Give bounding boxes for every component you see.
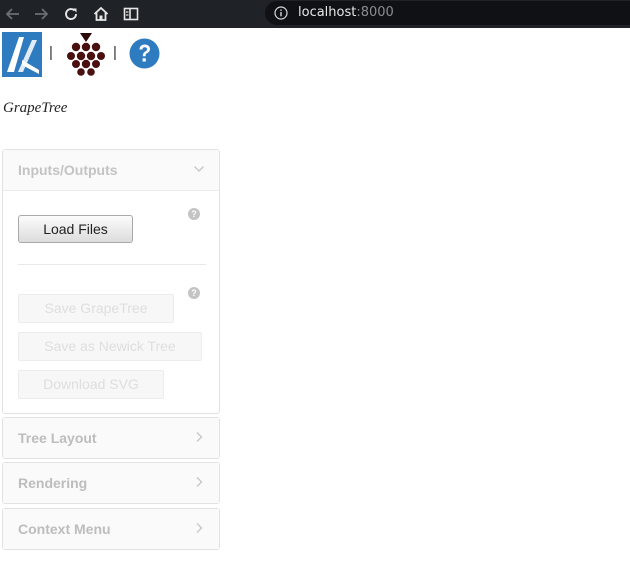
inputs-outputs-header[interactable]: Inputs/Outputs xyxy=(3,150,219,191)
reader-mode-icon[interactable] xyxy=(121,4,141,24)
save-grapetree-button[interactable]: Save GrapeTree xyxy=(18,294,174,323)
grape-logo[interactable] xyxy=(66,30,106,78)
load-files-button[interactable]: Load Files xyxy=(18,215,133,243)
tree-layout-header[interactable]: Tree Layout xyxy=(3,418,219,458)
home-icon[interactable] xyxy=(91,4,111,24)
url-text: localhost:8000 xyxy=(298,5,394,20)
chevron-right-icon xyxy=(193,475,205,487)
context-menu-header[interactable]: Context Menu xyxy=(3,509,219,549)
inputs-outputs-panel: Inputs/Outputs ? Load Files ? Save Grape… xyxy=(2,149,220,414)
logo-separator: | xyxy=(113,44,117,61)
download-svg-button[interactable]: Download SVG xyxy=(18,370,164,399)
panel-title: Inputs/Outputs xyxy=(18,162,118,178)
help-icon[interactable]: ? xyxy=(188,208,200,220)
panel-title: Tree Layout xyxy=(18,430,97,446)
back-arrow-icon[interactable] xyxy=(3,4,23,24)
rendering-panel: Rendering xyxy=(2,462,220,504)
panel-title: Context Menu xyxy=(18,521,111,537)
browser-toolbar: localhost:8000 xyxy=(0,0,630,28)
url-host: localhost xyxy=(298,5,357,20)
divider xyxy=(18,264,206,265)
save-newick-button[interactable]: Save as Newick Tree xyxy=(18,332,202,361)
help-icon[interactable]: ? xyxy=(188,287,200,299)
reload-icon[interactable] xyxy=(61,4,81,24)
context-menu-panel: Context Menu xyxy=(2,508,220,550)
address-bar[interactable]: localhost:8000 xyxy=(265,1,630,25)
help-icon[interactable] xyxy=(129,38,160,69)
chevron-right-icon xyxy=(193,430,205,442)
logo-separator: | xyxy=(49,44,53,61)
enterobase-logo[interactable] xyxy=(2,32,42,77)
info-icon[interactable] xyxy=(274,6,288,20)
rendering-header[interactable]: Rendering xyxy=(3,463,219,503)
tree-layout-panel: Tree Layout xyxy=(2,417,220,459)
logo-row: | | xyxy=(0,30,300,80)
forward-arrow-icon[interactable] xyxy=(31,4,51,24)
chevron-down-icon xyxy=(193,162,205,174)
app-title: GrapeTree xyxy=(3,100,68,116)
url-port: :8000 xyxy=(356,5,394,20)
panel-title: Rendering xyxy=(18,475,88,491)
chevron-right-icon xyxy=(193,521,205,533)
